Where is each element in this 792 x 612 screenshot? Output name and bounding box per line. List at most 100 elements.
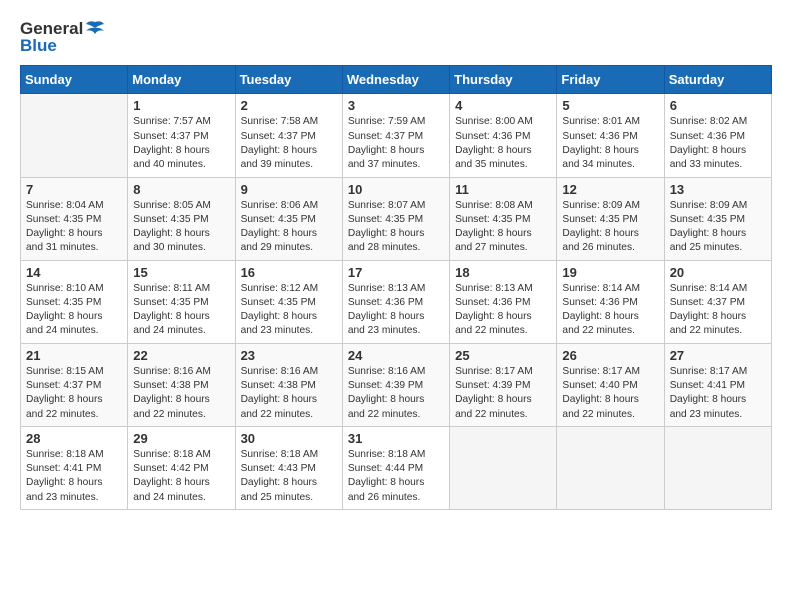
day-number: 13 — [670, 182, 766, 197]
weekday-header-tuesday: Tuesday — [235, 66, 342, 94]
day-number: 11 — [455, 182, 551, 197]
cell-content: Sunrise: 8:08 AMSunset: 4:35 PMDaylight:… — [455, 199, 551, 256]
day-number: 4 — [455, 98, 551, 113]
calendar-cell: 13 Sunrise: 8:09 AMSunset: 4:35 PMDayligh… — [664, 177, 771, 260]
day-number: 22 — [133, 348, 229, 363]
calendar-cell: 31 Sunrise: 8:18 AMSunset: 4:44 PMDayligh… — [342, 426, 449, 509]
logo: General Blue — [20, 20, 105, 55]
day-number: 12 — [562, 182, 658, 197]
calendar-cell: 22 Sunrise: 8:16 AMSunset: 4:38 PMDayligh… — [128, 343, 235, 426]
day-number: 19 — [562, 265, 658, 280]
cell-content: Sunrise: 8:18 AMSunset: 4:43 PMDaylight:… — [241, 448, 337, 505]
day-number: 10 — [348, 182, 444, 197]
cell-content: Sunrise: 8:04 AMSunset: 4:35 PMDaylight:… — [26, 199, 122, 256]
cell-content: Sunrise: 8:07 AMSunset: 4:35 PMDaylight:… — [348, 199, 444, 256]
calendar-cell: 16 Sunrise: 8:12 AMSunset: 4:35 PMDayligh… — [235, 260, 342, 343]
cell-content: Sunrise: 8:16 AMSunset: 4:38 PMDaylight:… — [241, 365, 337, 422]
day-number: 31 — [348, 431, 444, 446]
header: General Blue — [20, 20, 772, 55]
calendar-cell: 30 Sunrise: 8:18 AMSunset: 4:43 PMDayligh… — [235, 426, 342, 509]
calendar-cell — [21, 94, 128, 177]
week-row-4: 21Sunrise: 8:15 AMSunset: 4:37 PMDayligh… — [21, 343, 772, 426]
calendar-cell: 15 Sunrise: 8:11 AMSunset: 4:35 PMDayligh… — [128, 260, 235, 343]
calendar-cell — [450, 426, 557, 509]
cell-content: Sunrise: 8:14 AMSunset: 4:36 PMDaylight:… — [562, 282, 658, 339]
cell-content: Sunrise: 8:11 AMSunset: 4:35 PMDaylight:… — [133, 282, 229, 339]
calendar-cell: 8 Sunrise: 8:05 AMSunset: 4:35 PMDaylight… — [128, 177, 235, 260]
day-number: 3 — [348, 98, 444, 113]
day-number: 8 — [133, 182, 229, 197]
weekday-header-thursday: Thursday — [450, 66, 557, 94]
calendar-cell: 4 Sunrise: 8:00 AMSunset: 4:36 PMDaylight… — [450, 94, 557, 177]
week-row-1: 1Sunrise: 7:57 AMSunset: 4:37 PMDaylight… — [21, 94, 772, 177]
calendar-cell: 19 Sunrise: 8:14 AMSunset: 4:36 PMDayligh… — [557, 260, 664, 343]
cell-content: Sunrise: 8:00 AMSunset: 4:36 PMDaylight:… — [455, 115, 551, 172]
calendar-cell: 17Sunrise: 8:13 AMSunset: 4:36 PMDayligh… — [342, 260, 449, 343]
day-number: 16 — [241, 265, 337, 280]
week-row-2: 7 Sunrise: 8:04 AMSunset: 4:35 PMDaylight… — [21, 177, 772, 260]
cell-content: Sunrise: 7:59 AMSunset: 4:37 PMDaylight:… — [348, 115, 444, 172]
day-number: 5 — [562, 98, 658, 113]
logo-text: General Blue — [20, 20, 105, 55]
calendar-cell: 9Sunrise: 8:06 AMSunset: 4:35 PMDaylight… — [235, 177, 342, 260]
logo-blue: Blue — [20, 37, 105, 56]
day-number: 21 — [26, 348, 122, 363]
calendar-cell: 1Sunrise: 7:57 AMSunset: 4:37 PMDaylight… — [128, 94, 235, 177]
calendar-cell: 3 Sunrise: 7:59 AMSunset: 4:37 PMDaylight… — [342, 94, 449, 177]
day-number: 28 — [26, 431, 122, 446]
calendar-cell: 11 Sunrise: 8:08 AMSunset: 4:35 PMDayligh… — [450, 177, 557, 260]
calendar-cell: 20Sunrise: 8:14 AMSunset: 4:37 PMDayligh… — [664, 260, 771, 343]
day-number: 23 — [241, 348, 337, 363]
cell-content: Sunrise: 8:13 AMSunset: 4:36 PMDaylight:… — [455, 282, 551, 339]
day-number: 29 — [133, 431, 229, 446]
weekday-header-sunday: Sunday — [21, 66, 128, 94]
cell-content: Sunrise: 8:18 AMSunset: 4:41 PMDaylight:… — [26, 448, 122, 505]
cell-content: Sunrise: 8:09 AMSunset: 4:35 PMDaylight:… — [562, 199, 658, 256]
day-number: 30 — [241, 431, 337, 446]
calendar-cell: 26 Sunrise: 8:17 AMSunset: 4:40 PMDayligh… — [557, 343, 664, 426]
calendar-cell: 7 Sunrise: 8:04 AMSunset: 4:35 PMDaylight… — [21, 177, 128, 260]
day-number: 27 — [670, 348, 766, 363]
cell-content: Sunrise: 8:18 AMSunset: 4:42 PMDaylight:… — [133, 448, 229, 505]
cell-content: Sunrise: 8:09 AMSunset: 4:35 PMDaylight:… — [670, 199, 766, 256]
calendar-cell: 27 Sunrise: 8:17 AMSunset: 4:41 PMDayligh… — [664, 343, 771, 426]
calendar-cell: 24Sunrise: 8:16 AMSunset: 4:39 PMDayligh… — [342, 343, 449, 426]
calendar-table: SundayMondayTuesdayWednesdayThursdayFrid… — [20, 65, 772, 510]
cell-content: Sunrise: 8:17 AMSunset: 4:41 PMDaylight:… — [670, 365, 766, 422]
cell-content: Sunrise: 8:01 AMSunset: 4:36 PMDaylight:… — [562, 115, 658, 172]
cell-content: Sunrise: 8:12 AMSunset: 4:35 PMDaylight:… — [241, 282, 337, 339]
day-number: 26 — [562, 348, 658, 363]
calendar-cell: 25Sunrise: 8:17 AMSunset: 4:39 PMDayligh… — [450, 343, 557, 426]
calendar-cell — [664, 426, 771, 509]
cell-content: Sunrise: 8:18 AMSunset: 4:44 PMDaylight:… — [348, 448, 444, 505]
weekday-header-row: SundayMondayTuesdayWednesdayThursdayFrid… — [21, 66, 772, 94]
calendar-cell: 29 Sunrise: 8:18 AMSunset: 4:42 PMDayligh… — [128, 426, 235, 509]
day-number: 17 — [348, 265, 444, 280]
day-number: 18 — [455, 265, 551, 280]
calendar-cell: 12 Sunrise: 8:09 AMSunset: 4:35 PMDayligh… — [557, 177, 664, 260]
weekday-header-monday: Monday — [128, 66, 235, 94]
day-number: 20 — [670, 265, 766, 280]
day-number: 24 — [348, 348, 444, 363]
cell-content: Sunrise: 8:17 AMSunset: 4:40 PMDaylight:… — [562, 365, 658, 422]
weekday-header-saturday: Saturday — [664, 66, 771, 94]
cell-content: Sunrise: 7:57 AMSunset: 4:37 PMDaylight:… — [133, 115, 229, 172]
calendar-cell: 6Sunrise: 8:02 AMSunset: 4:36 PMDaylight… — [664, 94, 771, 177]
cell-content: Sunrise: 8:05 AMSunset: 4:35 PMDaylight:… — [133, 199, 229, 256]
day-number: 2 — [241, 98, 337, 113]
calendar-cell: 21Sunrise: 8:15 AMSunset: 4:37 PMDayligh… — [21, 343, 128, 426]
day-number: 15 — [133, 265, 229, 280]
calendar-cell: 18 Sunrise: 8:13 AMSunset: 4:36 PMDayligh… — [450, 260, 557, 343]
cell-content: Sunrise: 8:10 AMSunset: 4:35 PMDaylight:… — [26, 282, 122, 339]
calendar-cell: 5 Sunrise: 8:01 AMSunset: 4:36 PMDaylight… — [557, 94, 664, 177]
day-number: 25 — [455, 348, 551, 363]
day-number: 7 — [26, 182, 122, 197]
calendar-cell: 2 Sunrise: 7:58 AMSunset: 4:37 PMDaylight… — [235, 94, 342, 177]
day-number: 14 — [26, 265, 122, 280]
cell-content: Sunrise: 8:02 AMSunset: 4:36 PMDaylight:… — [670, 115, 766, 172]
cell-content: Sunrise: 7:58 AMSunset: 4:37 PMDaylight:… — [241, 115, 337, 172]
calendar-cell — [557, 426, 664, 509]
calendar-cell: 14 Sunrise: 8:10 AMSunset: 4:35 PMDayligh… — [21, 260, 128, 343]
week-row-3: 14 Sunrise: 8:10 AMSunset: 4:35 PMDayligh… — [21, 260, 772, 343]
cell-content: Sunrise: 8:16 AMSunset: 4:38 PMDaylight:… — [133, 365, 229, 422]
